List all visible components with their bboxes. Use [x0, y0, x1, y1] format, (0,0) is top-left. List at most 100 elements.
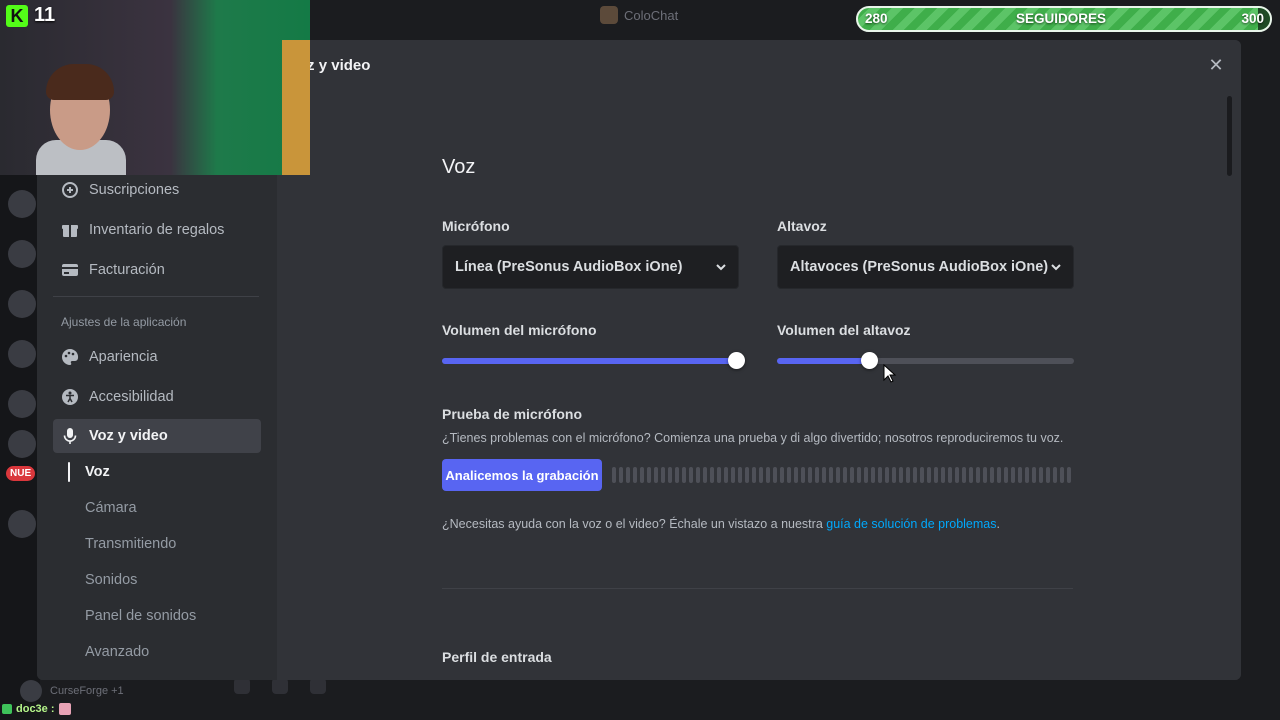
subitem-soundboard[interactable]: Panel de sonidos — [85, 608, 196, 624]
meter-bar — [801, 467, 805, 483]
server-icon[interactable] — [8, 510, 36, 538]
sidebar-item-label: Inventario de regalos — [89, 222, 225, 238]
meter-bar — [1004, 467, 1008, 483]
meter-bar — [962, 467, 966, 483]
stream-chat-line: doc3e : — [2, 703, 71, 715]
mic-test-description: ¿Tienes problemas con el micrófono? Comi… — [442, 431, 1064, 445]
server-icon[interactable] — [8, 390, 36, 418]
slider-thumb[interactable] — [728, 352, 745, 369]
app-logo-icon — [600, 6, 618, 24]
speaker-volume-slider[interactable] — [777, 351, 1074, 371]
speaker-volume-label: Volumen del altavoz — [777, 322, 911, 338]
sidebar-item-label: Facturación — [89, 262, 165, 278]
meter-bar — [633, 467, 637, 483]
meter-bar — [941, 467, 945, 483]
meter-bar — [703, 467, 707, 483]
meter-bar — [983, 467, 987, 483]
meter-bar — [710, 467, 714, 483]
meter-bar — [808, 467, 812, 483]
chat-username: doc3e : — [16, 703, 55, 715]
subscriptions-icon — [61, 181, 79, 199]
shelf-decoration — [282, 40, 310, 175]
microphone-select-value: Línea (PreSonus AudioBox iOne) — [455, 259, 683, 275]
close-icon[interactable]: ✕ — [1205, 54, 1227, 76]
server-icon[interactable] — [8, 240, 36, 268]
meter-bar — [885, 467, 889, 483]
user-settings-gear-icon[interactable] — [310, 678, 326, 694]
microphone-select[interactable]: Línea (PreSonus AudioBox iOne) — [442, 245, 739, 289]
meter-bar — [1067, 467, 1071, 483]
meter-bar — [948, 467, 952, 483]
avatar[interactable] — [20, 680, 42, 702]
meter-bar — [892, 467, 896, 483]
speaker-select-value: Altavoces (PreSonus AudioBox iOne) — [790, 259, 1049, 275]
mute-microphone-icon[interactable] — [234, 678, 250, 694]
meter-bar — [969, 467, 973, 483]
meter-bar — [843, 467, 847, 483]
meter-bar — [661, 467, 665, 483]
subitem-streaming[interactable]: Transmitiendo — [85, 536, 176, 552]
scrollbar-thumb[interactable] — [1227, 96, 1232, 176]
meter-bar — [1039, 467, 1043, 483]
subitem-camera[interactable]: Cámara — [85, 500, 137, 516]
microphone-label: Micrófono — [442, 218, 510, 234]
headphones-icon[interactable] — [272, 678, 288, 694]
help-text-end: . — [996, 517, 1000, 531]
server-icon[interactable] — [8, 190, 36, 218]
webcam-person-hair — [46, 64, 114, 100]
meter-bar — [717, 467, 721, 483]
sidebar-divider — [53, 296, 259, 297]
mic-volume-label: Volumen del micrófono — [442, 322, 597, 338]
section-divider — [442, 588, 1073, 589]
page-title: Voz — [442, 156, 476, 178]
troubleshooting-link[interactable]: guía de solución de problemas — [826, 517, 996, 531]
meter-bar — [913, 467, 917, 483]
user-panel: CurseForge +1 — [20, 680, 124, 702]
chevron-down-icon — [1049, 260, 1063, 274]
speaker-label: Altavoz — [777, 218, 827, 234]
server-icon[interactable] — [8, 340, 36, 368]
speaker-select[interactable]: Altavoces (PreSonus AudioBox iOne) — [777, 245, 1074, 289]
accessibility-icon — [61, 388, 79, 406]
follower-goal-start: 280 — [865, 11, 888, 26]
meter-bar — [1011, 467, 1015, 483]
sidebar-item-voice-video[interactable]: Voz y video — [53, 419, 261, 453]
meter-bar — [794, 467, 798, 483]
meter-bar — [955, 467, 959, 483]
settings-content: Voz y video ✕ Voz Micrófono Línea (PreSo… — [277, 40, 1241, 680]
mouse-cursor-icon — [883, 364, 897, 383]
meter-bar — [990, 467, 994, 483]
subitem-voice[interactable]: Voz — [85, 464, 110, 480]
meter-bar — [1018, 467, 1022, 483]
meter-bar — [689, 467, 693, 483]
screen: NUE ColoChat CurseForge +1 doc3e : Suscr… — [0, 0, 1280, 720]
meter-bar — [619, 467, 623, 483]
meter-bar — [815, 467, 819, 483]
mic-test-label: Prueba de micrófono — [442, 406, 583, 422]
kick-logo-icon: K — [6, 4, 28, 27]
meter-bar — [752, 467, 756, 483]
subitem-advanced[interactable]: Avanzado — [85, 644, 149, 660]
meter-bar — [654, 467, 658, 483]
sidebar-item-gift-inventory[interactable]: Inventario de regalos — [53, 213, 261, 247]
mic-test-button[interactable]: Analicemos la grabación — [442, 459, 602, 491]
mic-volume-slider[interactable] — [442, 351, 745, 371]
input-profile-label: Perfil de entrada — [442, 649, 552, 665]
meter-bar — [878, 467, 882, 483]
meter-bar — [1025, 467, 1029, 483]
server-icon[interactable] — [8, 430, 36, 458]
subitem-sounds[interactable]: Sonidos — [85, 572, 137, 588]
slider-fill — [777, 358, 869, 364]
sidebar-item-billing[interactable]: Facturación — [53, 253, 261, 287]
chevron-down-icon — [714, 260, 728, 274]
meter-bar — [1032, 467, 1036, 483]
sidebar-item-accessibility[interactable]: Accesibilidad — [53, 380, 261, 414]
sidebar-section-header: Ajustes de la aplicación — [61, 315, 187, 329]
stream-counter: K 11 — [6, 4, 55, 27]
webcam-overlay: K 11 — [0, 0, 310, 175]
meter-bar — [829, 467, 833, 483]
sidebar-item-appearance[interactable]: Apariencia — [53, 340, 261, 374]
sidebar-item-subscriptions[interactable]: Suscripciones — [53, 173, 261, 207]
server-icon[interactable] — [8, 290, 36, 318]
slider-thumb[interactable] — [861, 352, 878, 369]
